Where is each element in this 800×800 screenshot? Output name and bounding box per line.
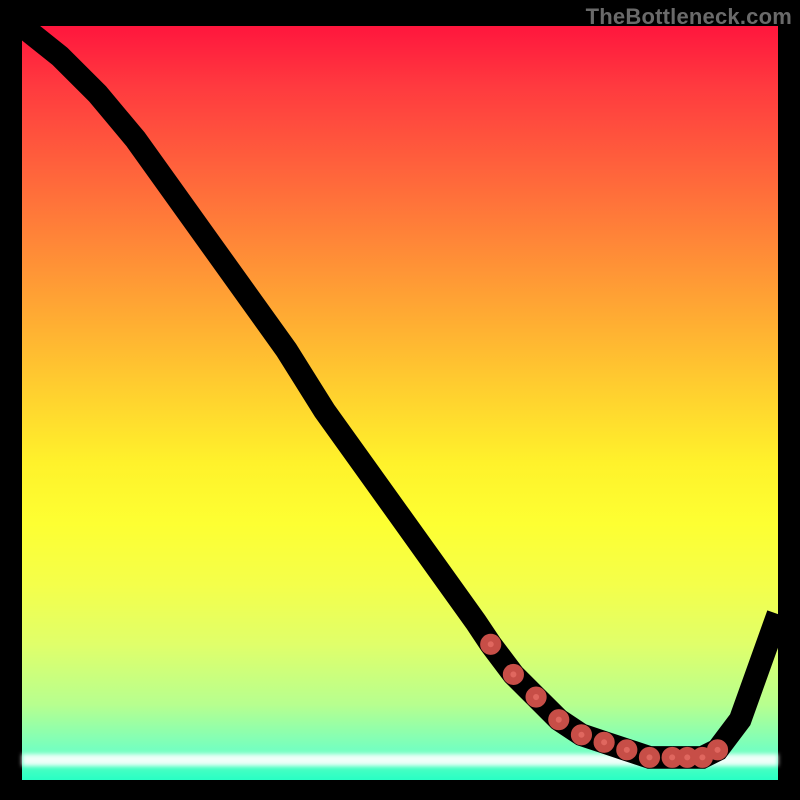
curve-marker — [620, 743, 634, 757]
curve-svg — [22, 26, 778, 780]
curve-marker — [529, 690, 543, 704]
curve-marker — [552, 713, 566, 727]
curve-marker — [696, 751, 710, 765]
curve-marker — [507, 668, 521, 682]
curve-marker — [643, 751, 657, 765]
curve-line — [22, 26, 778, 757]
curve-marker — [484, 637, 498, 651]
plot-area — [22, 26, 778, 780]
curve-marker — [575, 728, 589, 742]
curve-markers — [484, 637, 724, 764]
curve-marker — [597, 736, 611, 750]
curve-marker — [711, 743, 725, 757]
chart-frame: TheBottleneck.com — [0, 0, 800, 800]
